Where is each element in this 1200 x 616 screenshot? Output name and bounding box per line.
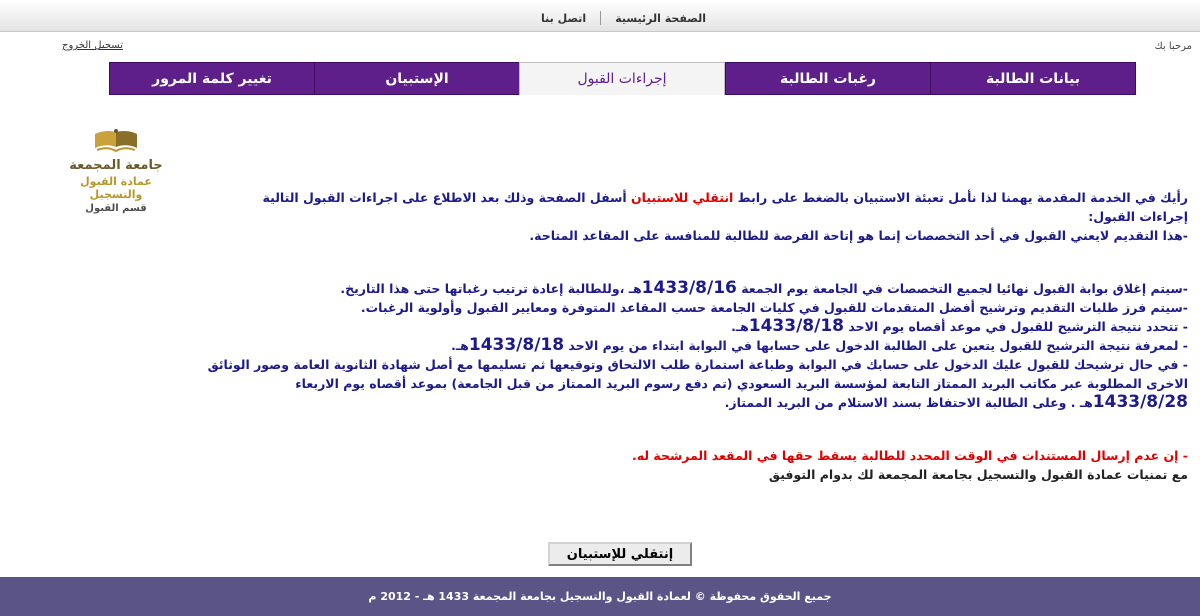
result-date: 1433/8/18 [748,316,844,336]
login-start-date: 1433/8/18 [468,335,565,355]
procedure-item-4-text-b: هـ. [731,319,749,334]
procedure-item-5: - لمعرفة نتيجة الترشيح للقبول يتعين على … [188,336,1188,355]
university-logo: جامعة المجمعة عمادة القبول والتسجيل قسم … [55,128,177,216]
tab-survey[interactable]: الإستبيان [314,62,519,95]
warning-text: - إن عدم إرسال المستندات في الوقت المحدد… [631,448,1188,463]
logo-university-name: جامعة المجمعة [69,158,163,173]
procedure-item-5-text-b: هـ. [451,338,469,353]
procedure-item-2-text-b: هـ ،وللطالبة إعادة ترتيب رغباتها حتى هذا… [340,281,642,296]
survey-button-wrap: إنتقلي للإستبيان [548,542,692,566]
logo-deanship-name: عمادة القبول والتسجيل [80,175,152,201]
admission-procedures-content: رأيك في الخدمة المقدمة يهمنا لذا نأمل تع… [188,188,1188,484]
procedure-item-3: -سيتم فرز طلبات التقديم وترشيح أفضل المت… [360,300,1188,315]
procedure-item-6-text-b: هـ . وعلى الطالبة الاحتفاظ بسند الاستلام… [724,395,1093,410]
footer: جميع الحقوق محفوظة © لعمادة القبول والتس… [0,577,1200,616]
go-to-survey-button[interactable]: إنتقلي للإستبيان [548,542,692,566]
procedure-item-5-text-a: - لمعرفة نتيجة الترشيح للقبول يتعين على … [564,338,1188,353]
procedure-item-2: -سيتم إغلاق بوابة القبول نهائيا لجميع ال… [188,279,1188,298]
nav-home-link[interactable]: الصفحة الرئيسية [601,12,720,25]
procedure-item-4: - تتحدد نتيجة الترشيح للقبول في موعد أقص… [188,317,1188,336]
main-tabs: بيانات الطالبة رغبات الطالبة إجراءات الق… [109,62,1136,95]
procedures-heading: إجراءات القبول: [1088,209,1188,224]
procedure-item-2-text-a: -سيتم إغلاق بوابة القبول نهائيا لجميع ال… [736,281,1188,296]
procedure-item-6-text-a: - في حال ترشيحك للقبول عليك الدخول على ح… [207,357,1188,391]
submission-deadline-date: 1433/8/28 [1092,392,1188,412]
procedure-item-4-text-a: - تتحدد نتيجة الترشيح للقبول في موعد أقص… [843,319,1188,334]
book-emblem-icon [95,129,137,153]
tab-student-info[interactable]: بيانات الطالبة [930,62,1136,95]
intro-paragraph: رأيك في الخدمة المقدمة يهمنا لذا نأمل تع… [188,188,1188,207]
nav-contact-link[interactable]: اتصل بنا [527,12,600,25]
closing-date: 1433/8/16 [641,278,737,298]
top-nav: الصفحة الرئيسية اتصل بنا [482,8,720,28]
intro-text-b: أسفل الصفحة وذلك بعد الاطلاع على اجراءات… [262,190,631,205]
tab-change-password[interactable]: تغيير كلمة المرور [109,62,314,95]
intro-text-a: رأيك في الخدمة المقدمة يهمنا لذا نأمل تع… [733,190,1188,205]
procedure-item-6: - في حال ترشيحك للقبول عليك الدخول على ح… [188,355,1188,412]
welcome-text: مرحبا بك [1154,41,1192,52]
survey-inline-link: انتقلي للاستبيان [631,190,734,205]
closing-text: مع تمنيات عمادة القبول والتسجيل بجامعة ا… [768,467,1188,482]
top-bar: الصفحة الرئيسية اتصل بنا [0,0,1200,32]
tab-admission-procedures[interactable]: إجراءات القبول [519,62,725,95]
logout-link[interactable]: تسجيل الخروج [62,40,123,51]
nav-separator [600,11,602,25]
tab-student-preferences[interactable]: رغبات الطالبة [725,62,930,95]
procedure-item-1: -هذا التقديم لايعني القبول في أحد التخصص… [529,228,1188,243]
logo-department-name: قسم القبول [85,203,147,214]
